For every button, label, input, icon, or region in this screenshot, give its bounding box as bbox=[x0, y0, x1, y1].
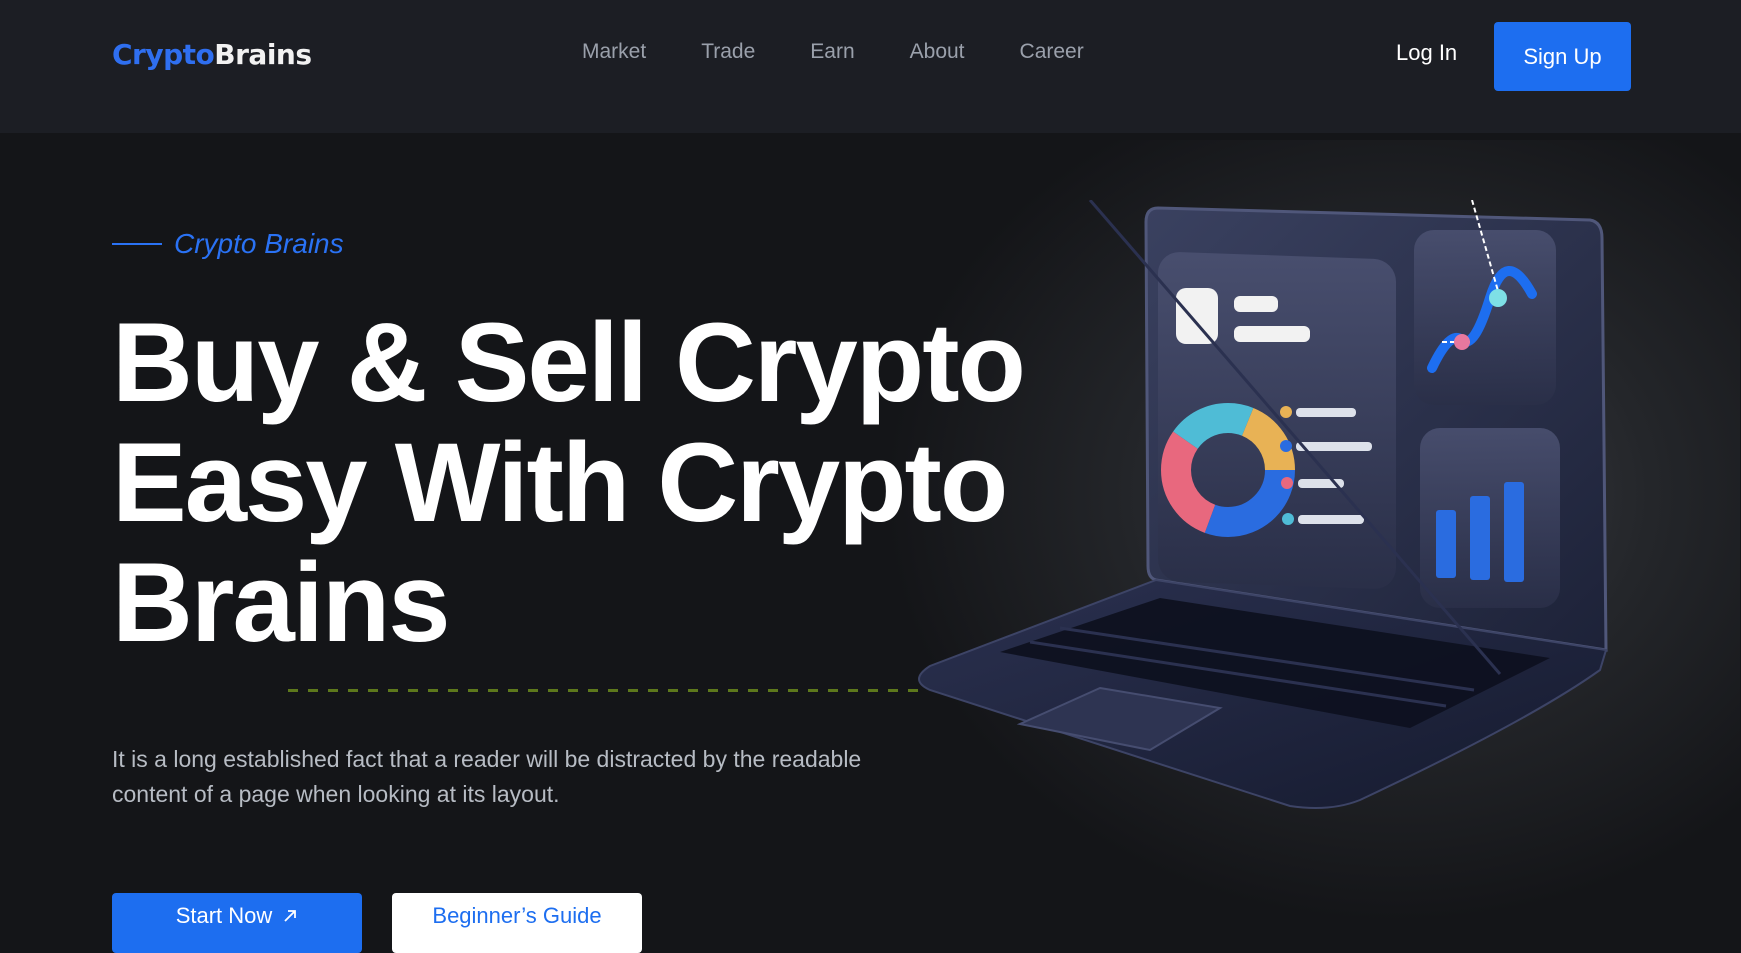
decorative-dashed-line bbox=[288, 689, 928, 692]
main-nav: Market Trade Earn About Career bbox=[582, 40, 1139, 64]
start-now-button[interactable]: Start Now bbox=[112, 893, 362, 953]
eyebrow-text: Crypto Brains bbox=[174, 228, 344, 259]
beginners-guide-button[interactable]: Beginner’s Guide bbox=[392, 893, 642, 953]
nav-earn[interactable]: Earn bbox=[810, 40, 854, 64]
site-header: CryptoBrains Market Trade Earn About Car… bbox=[0, 0, 1741, 133]
arrow-up-right-icon bbox=[284, 910, 297, 922]
nav-career[interactable]: Career bbox=[1020, 40, 1084, 64]
nav-trade[interactable]: Trade bbox=[701, 40, 755, 64]
logo-part-crypto: Crypto bbox=[112, 38, 215, 71]
logo[interactable]: CryptoBrains bbox=[112, 38, 312, 71]
login-link[interactable]: Log In bbox=[1396, 40, 1457, 66]
hero-description: It is a long established fact that a rea… bbox=[112, 746, 862, 807]
nav-market[interactable]: Market bbox=[582, 40, 646, 64]
logo-part-brains: Brains bbox=[214, 38, 312, 71]
laptop-illustration bbox=[918, 200, 1608, 809]
eyebrow-line bbox=[112, 243, 162, 245]
nav-about[interactable]: About bbox=[910, 40, 965, 64]
start-now-label: Start Now bbox=[175, 903, 273, 928]
signup-button[interactable]: Sign Up bbox=[1494, 22, 1631, 91]
hero-eyebrow: Crypto Brains bbox=[112, 228, 344, 260]
